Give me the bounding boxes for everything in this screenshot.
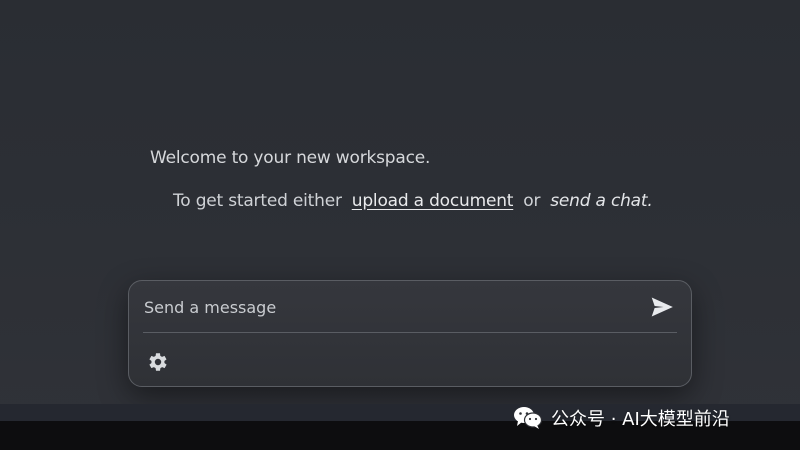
gear-icon xyxy=(149,353,167,371)
composer-divider xyxy=(143,332,677,333)
welcome-or-text: or xyxy=(523,191,541,211)
message-composer xyxy=(128,280,692,387)
watermark-text: 公众号 · AI大模型前沿 xyxy=(551,409,730,430)
welcome-area: Welcome to your new workspace. To get st… xyxy=(0,0,800,260)
send-icon xyxy=(651,297,673,317)
welcome-instructions: To get started either upload a document or… xyxy=(173,191,653,211)
upload-document-link[interactable]: upload a document xyxy=(352,191,514,211)
message-input[interactable] xyxy=(144,294,624,320)
settings-button[interactable] xyxy=(146,350,170,374)
send-chat-text: send a chat. xyxy=(550,191,653,211)
welcome-title: Welcome to your new workspace. xyxy=(150,148,431,168)
send-button[interactable] xyxy=(649,294,675,320)
watermark: 公众号 · AI大模型前沿 xyxy=(513,403,730,433)
wechat-icon xyxy=(514,407,543,429)
welcome-prefix: To get started either xyxy=(173,191,342,211)
